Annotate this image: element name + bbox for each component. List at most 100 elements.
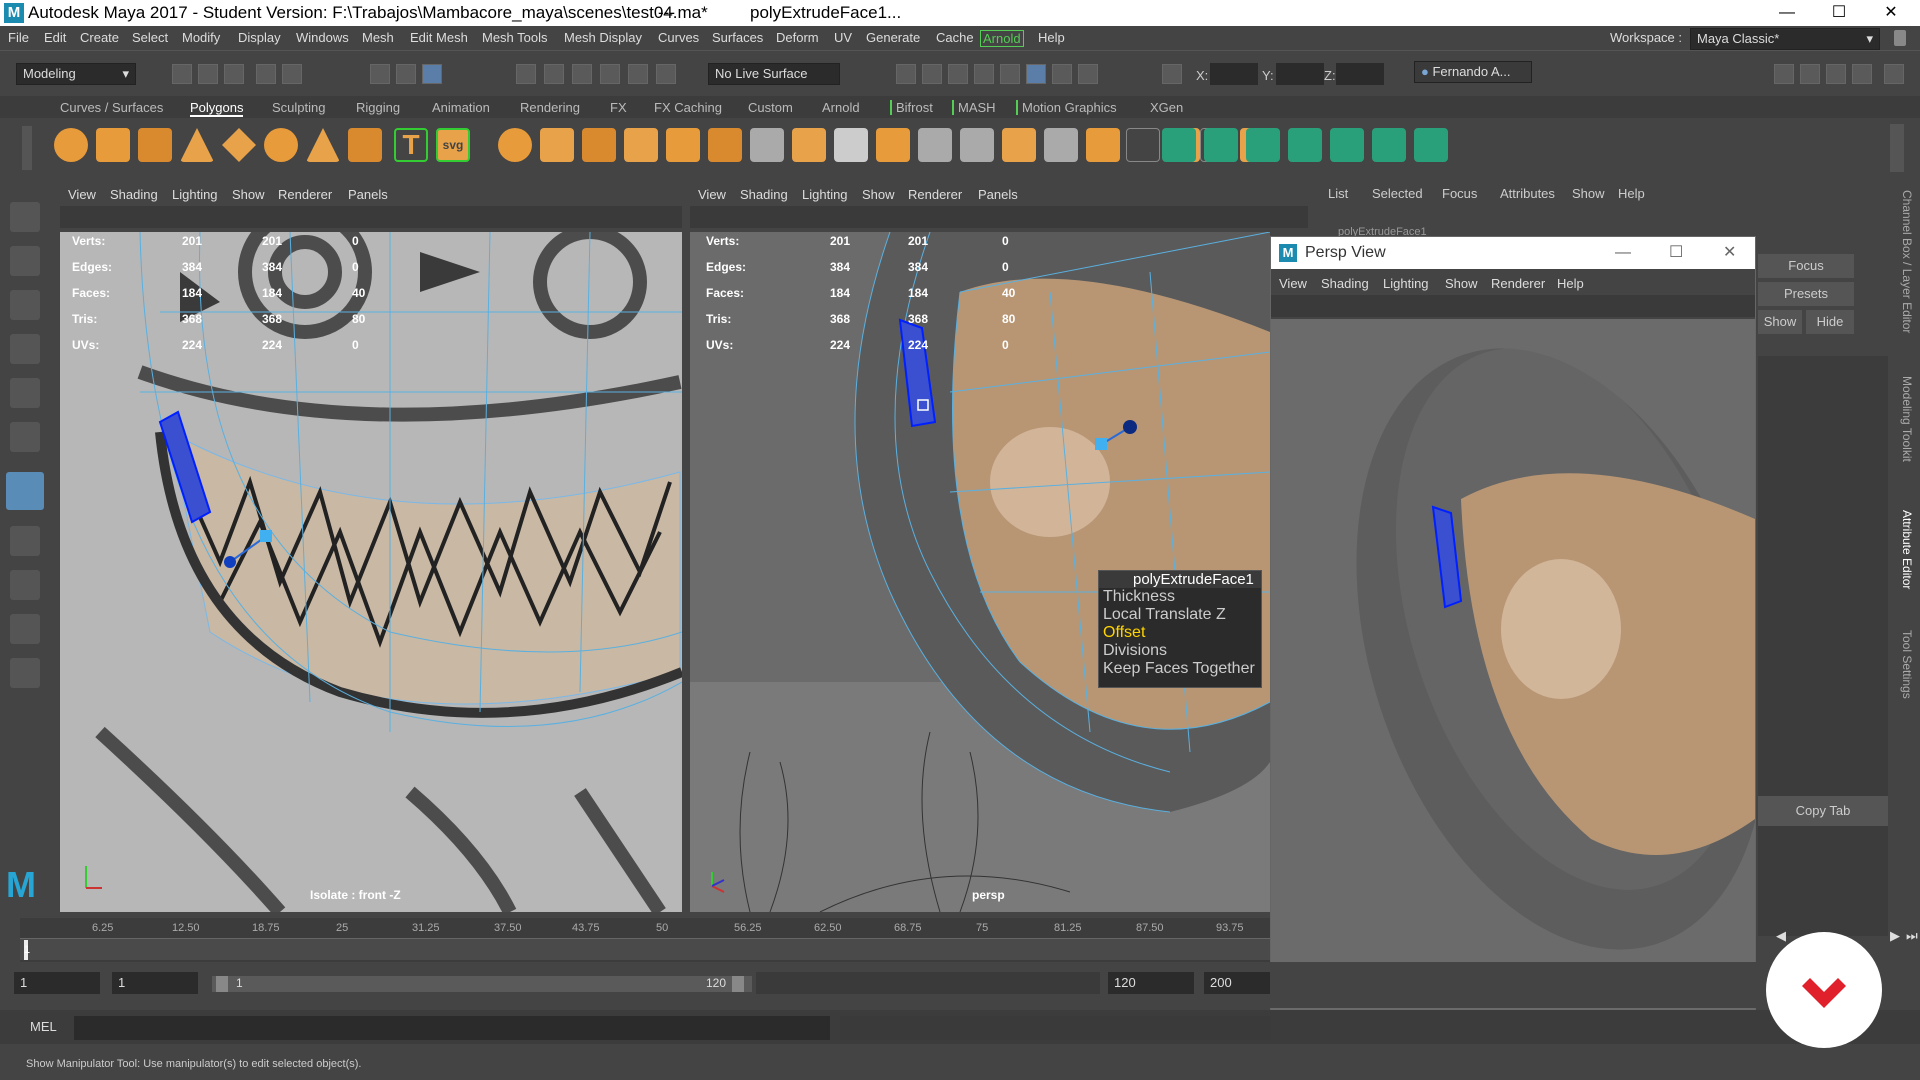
ae-menu-focus[interactable]: Focus [1442,186,1477,201]
snap-curve-icon[interactable] [544,64,564,84]
modeling-toolkit-icon[interactable] [1026,64,1046,84]
render-view-icon[interactable] [896,64,916,84]
target-weld-icon[interactable] [960,128,994,162]
shelf-tab-sculpting[interactable]: Sculpting [272,100,325,115]
poly-cylinder-icon[interactable] [138,128,172,162]
menu-arnold[interactable]: Arnold [980,30,1024,47]
cylindrical-map-icon[interactable] [1204,128,1238,162]
menu-display[interactable]: Display [238,30,281,45]
collapse-icon[interactable] [1044,128,1078,162]
vp1-menu-shading[interactable]: Shading [110,187,158,202]
multi-cut-icon[interactable] [918,128,952,162]
in-view-keep-faces-together[interactable]: Keep Faces Together [1103,660,1261,678]
snap-surface-icon[interactable] [628,64,648,84]
menu-edit-mesh[interactable]: Edit Mesh [410,30,468,45]
select-object-icon[interactable] [396,64,416,84]
snap-grid-icon[interactable] [516,64,536,84]
vp1-menu-lighting[interactable]: Lighting [172,187,218,202]
side-tab-tool-settings[interactable]: Tool Settings [1900,630,1914,699]
outliner-icon[interactable] [10,658,40,688]
hypershade-icon[interactable] [1000,64,1020,84]
move-tool-icon[interactable] [10,334,40,364]
unfold-icon[interactable] [1330,128,1364,162]
shelf-tab-bifrost[interactable]: Bifrost [890,100,933,115]
shelf-tab-rigging[interactable]: Rigging [356,100,400,115]
outliner-toggle-icon[interactable] [1800,64,1820,84]
cut-uv-icon[interactable] [1414,128,1448,162]
redo-icon[interactable] [282,64,302,84]
shelf-tab-animation[interactable]: Animation [432,100,490,115]
shelf-tab-fx[interactable]: FX [610,100,627,115]
scale-tool-icon[interactable] [10,422,40,452]
side-tab-channel-box[interactable]: Channel Box / Layer Editor [1900,190,1914,333]
range-end-handle[interactable] [732,976,744,992]
vp2-menu-show[interactable]: Show [862,187,895,202]
viewport-front[interactable]: Verts: 201 201 0 Edges: 384 384 0 Faces: 184 184… [60,232,682,912]
maximize-button[interactable]: ☐ [1816,0,1862,26]
persp-menu-lighting[interactable]: Lighting [1383,276,1429,291]
shelf-menu-icon[interactable] [22,126,32,170]
poly-torus-icon[interactable] [264,128,298,162]
side-tab-attribute-editor[interactable]: Attribute Editor [1900,510,1914,589]
render-settings-icon[interactable] [974,64,994,84]
shelf-tab-custom[interactable]: Custom [748,100,793,115]
bevel-icon[interactable] [792,128,826,162]
menu-help[interactable]: Help [1038,30,1065,45]
user-account-dropdown[interactable]: ● Fernando A... [1414,61,1532,83]
persp-menu-help[interactable]: Help [1557,276,1584,291]
persp-view-window[interactable]: M Persp View — ☐ ✕ View Shading Lighting… [1270,236,1756,1024]
hide-button[interactable]: Hide [1806,310,1854,334]
render-current-icon[interactable] [922,64,942,84]
ae-attribute-list[interactable] [1758,356,1888,936]
viewport-right-toolbar[interactable] [690,206,1310,228]
vp2-menu-lighting[interactable]: Lighting [802,187,848,202]
menu-mesh[interactable]: Mesh [362,30,394,45]
command-language-label[interactable]: MEL [30,1019,57,1034]
mirror-icon[interactable] [666,128,700,162]
bridge-icon[interactable] [750,128,784,162]
menu-uv[interactable]: UV [834,30,852,45]
lock-icon[interactable] [1894,30,1906,46]
time-ruler[interactable] [20,938,1270,960]
fill-hole-icon[interactable] [876,128,910,162]
new-scene-icon[interactable] [172,64,192,84]
vp1-menu-renderer[interactable]: Renderer [278,187,332,202]
append-icon[interactable] [834,128,868,162]
workspace-dropdown[interactable]: Maya Classic* ▾ [1690,28,1880,50]
automatic-map-icon[interactable] [1288,128,1322,162]
boolean-icon[interactable] [624,128,658,162]
layout-uvs-icon[interactable] [1372,128,1406,162]
show-manipulator-tool-icon[interactable] [6,472,44,510]
shelf-tab-xgen[interactable]: XGen [1150,100,1183,115]
poly-plane-icon[interactable] [222,128,256,162]
z-field[interactable] [1336,63,1384,85]
menu-surfaces[interactable]: Surfaces [712,30,763,45]
live-surface-field[interactable]: No Live Surface [708,63,840,85]
vp1-menu-view[interactable]: View [68,187,96,202]
persp-menu-show[interactable]: Show [1445,276,1478,291]
paint-select-tool-icon[interactable] [10,290,40,320]
time-slider[interactable]: 6.25 12.50 18.75 25 31.25 37.50 43.75 50… [20,918,1270,962]
vp2-menu-view[interactable]: View [698,187,726,202]
persp-menu-shading[interactable]: Shading [1321,276,1369,291]
focus-button[interactable]: Focus [1758,254,1854,278]
go-to-end-icon[interactable]: ⏭ [1906,928,1918,944]
snap-point-icon[interactable] [572,64,592,84]
persp-menu-renderer[interactable]: Renderer [1491,276,1545,291]
select-component-icon[interactable] [422,64,442,84]
channel-box-toggle-icon[interactable] [1884,64,1904,84]
select-hierarchy-icon[interactable] [370,64,390,84]
copy-tab-button[interactable]: Copy Tab [1758,796,1888,826]
undo-icon[interactable] [256,64,276,84]
ae-menu-list[interactable]: List [1328,186,1348,201]
symmetry-icon[interactable] [1052,64,1072,84]
menu-mesh-display[interactable]: Mesh Display [564,30,642,45]
ae-menu-help[interactable]: Help [1618,186,1645,201]
persp-viewport[interactable] [1271,319,1755,1023]
viewport-persp[interactable]: Verts: 201 201 0 Edges: 384 384 0 Faces: 184 184… [690,232,1270,912]
menu-deform[interactable]: Deform [776,30,819,45]
separate-icon[interactable] [540,128,574,162]
snap-vertex-icon[interactable] [656,64,676,84]
menu-edit[interactable]: Edit [44,30,66,45]
poly-svg-icon[interactable]: svg [436,128,470,162]
